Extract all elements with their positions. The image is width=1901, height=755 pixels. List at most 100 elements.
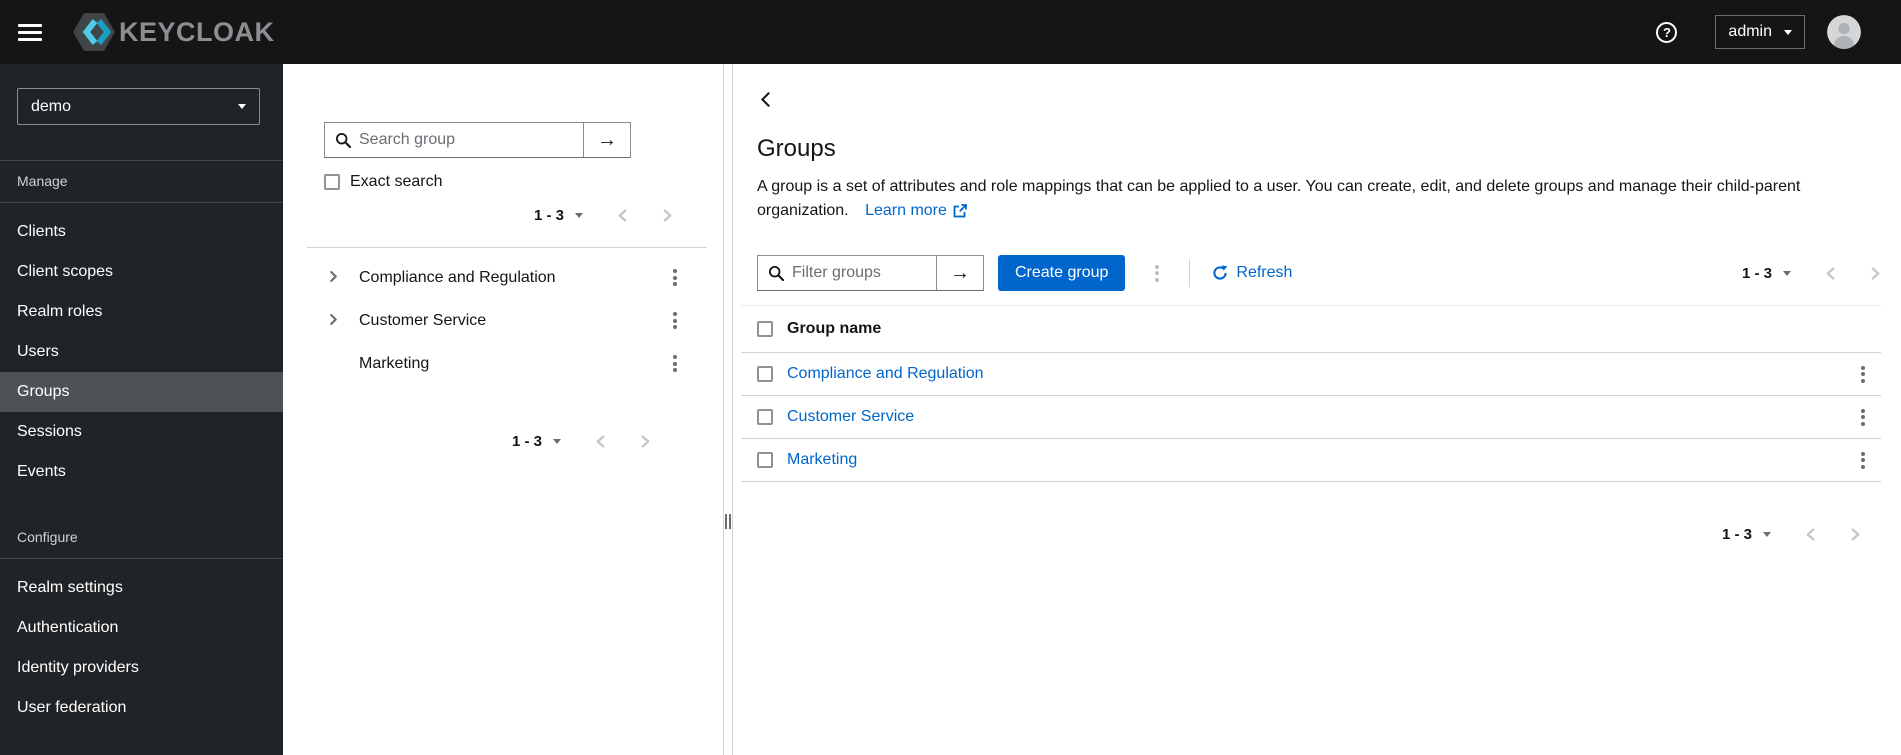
kebab-menu-button[interactable] [667, 351, 683, 376]
groups-table: Group name Compliance and Regulation Cus… [741, 305, 1881, 482]
sidebar-item-users[interactable]: Users [0, 332, 283, 372]
exact-search-label: Exact search [350, 173, 443, 190]
pagination-prev-button[interactable] [595, 434, 606, 448]
search-group-input[interactable] [359, 131, 583, 149]
row-checkbox[interactable] [757, 366, 773, 382]
table-row: Customer Service [741, 396, 1881, 439]
chevron-down-icon [1783, 270, 1791, 276]
manage-nav-list: Clients Client scopes Realm roles Users … [0, 203, 283, 492]
group-name-link[interactable]: Customer Service [787, 408, 914, 426]
table-row: Compliance and Regulation [741, 353, 1881, 396]
sidebar-item-groups[interactable]: Groups [0, 372, 283, 412]
pagination-next-button[interactable] [662, 208, 673, 222]
table-header-row: Group name [741, 305, 1881, 353]
chevron-left-icon [761, 92, 770, 107]
group-name-link[interactable]: Compliance and Regulation [787, 365, 984, 383]
realm-selector[interactable]: demo [17, 88, 260, 125]
hamburger-menu-button[interactable] [18, 23, 42, 41]
sidebar-item-sessions[interactable]: Sessions [0, 412, 283, 452]
group-search-box: → [324, 122, 631, 158]
keycloak-admin-console: KEYCLOAK ? admin demo Manage Clients Cli… [0, 0, 1901, 755]
chevron-down-icon [553, 438, 561, 444]
refresh-button[interactable]: Refresh [1212, 264, 1292, 282]
external-link-icon [953, 204, 967, 218]
page-description: A group is a set of attributes and role … [757, 175, 1857, 223]
kebab-menu-button[interactable] [1855, 448, 1871, 473]
sidebar-item-client-scopes[interactable]: Client scopes [0, 252, 283, 292]
sidebar-item-authentication[interactable]: Authentication [0, 608, 283, 648]
select-all-checkbox[interactable] [757, 321, 773, 337]
pagination-prev-button[interactable] [1805, 527, 1816, 541]
group-name[interactable]: Marketing [359, 355, 667, 373]
chevron-right-icon [330, 314, 337, 325]
chevron-down-icon [238, 104, 246, 109]
chevron-right-icon [1851, 527, 1860, 541]
arrow-right-icon: → [950, 261, 970, 284]
chevron-left-icon [1826, 266, 1835, 280]
sidebar-item-realm-settings[interactable]: Realm settings [0, 568, 283, 608]
group-name-link[interactable]: Marketing [787, 451, 857, 469]
groups-toolbar: → Create group Refresh 1 - [757, 255, 1881, 291]
manage-section-label: Manage [0, 161, 283, 203]
brand-text: KEYCLOAK [119, 16, 275, 47]
pagination-next-button[interactable] [1870, 266, 1881, 280]
pagination-range-menu[interactable]: 1 - 3 [1742, 265, 1791, 282]
tree-item: Customer Service [283, 299, 723, 342]
pagination-prev-button[interactable] [617, 208, 628, 222]
pagination-range-menu[interactable]: 1 - 3 [534, 207, 583, 224]
collapse-panel-button[interactable] [757, 90, 774, 109]
groups-main-panel: Groups A group is a set of attributes an… [733, 64, 1901, 755]
sidebar-item-user-federation[interactable]: User federation [0, 688, 283, 728]
column-header-group-name: Group name [787, 320, 882, 337]
chevron-down-icon [575, 212, 583, 218]
row-checkbox[interactable] [757, 452, 773, 468]
username: admin [1728, 23, 1772, 40]
realm-name: demo [31, 97, 72, 115]
group-name[interactable]: Customer Service [359, 312, 667, 330]
chevron-left-icon [596, 434, 605, 448]
hamburger-icon [18, 23, 42, 27]
search-group-submit-button[interactable]: → [583, 123, 630, 157]
chevron-down-icon [1763, 531, 1771, 537]
sidebar-item-realm-roles[interactable]: Realm roles [0, 292, 283, 332]
kebab-icon [1155, 264, 1160, 269]
expand-toggle-button[interactable] [328, 313, 339, 328]
filter-groups-submit-button[interactable]: → [936, 256, 983, 290]
kebab-menu-button[interactable] [667, 308, 683, 333]
sidebar-item-clients[interactable]: Clients [0, 212, 283, 252]
create-group-button[interactable]: Create group [998, 255, 1126, 291]
arrow-right-icon: → [597, 128, 617, 151]
chevron-right-icon [1871, 266, 1880, 280]
refresh-icon [1213, 265, 1228, 280]
kebab-menu-button[interactable] [1855, 362, 1871, 387]
filter-groups-input[interactable] [792, 264, 936, 282]
pagination-range-menu[interactable]: 1 - 3 [1722, 526, 1771, 543]
user-menu-dropdown[interactable]: admin [1715, 15, 1805, 49]
pagination-range-menu[interactable]: 1 - 3 [512, 433, 561, 450]
table-row: Marketing [741, 439, 1881, 482]
pagination-prev-button[interactable] [1825, 266, 1836, 280]
table-pagination-bottom: 1 - 3 [757, 520, 1881, 548]
group-name[interactable]: Compliance and Regulation [359, 269, 667, 287]
row-checkbox[interactable] [757, 409, 773, 425]
kebab-menu-button[interactable] [1855, 405, 1871, 430]
kebab-icon [1861, 451, 1865, 456]
search-icon [325, 132, 359, 148]
sidebar-item-events[interactable]: Events [0, 452, 283, 492]
panel-resize-divider[interactable] [723, 64, 733, 755]
chevron-right-icon [330, 271, 337, 282]
group-tree-panel: → Exact search 1 - 3 [283, 64, 723, 755]
expand-toggle-button[interactable] [328, 270, 339, 285]
kebab-icon [673, 355, 677, 359]
learn-more-link[interactable]: Learn more [865, 199, 967, 223]
toolbar-kebab-menu-button[interactable] [1149, 261, 1165, 286]
search-icon [758, 265, 792, 281]
pagination-next-button[interactable] [1850, 527, 1861, 541]
exact-search-checkbox[interactable] [324, 174, 340, 190]
tree-item: Compliance and Regulation [283, 256, 723, 299]
avatar[interactable] [1827, 15, 1861, 49]
kebab-menu-button[interactable] [667, 265, 683, 290]
pagination-next-button[interactable] [640, 434, 651, 448]
help-button[interactable]: ? [1656, 21, 1678, 43]
sidebar-item-identity-providers[interactable]: Identity providers [0, 648, 283, 688]
